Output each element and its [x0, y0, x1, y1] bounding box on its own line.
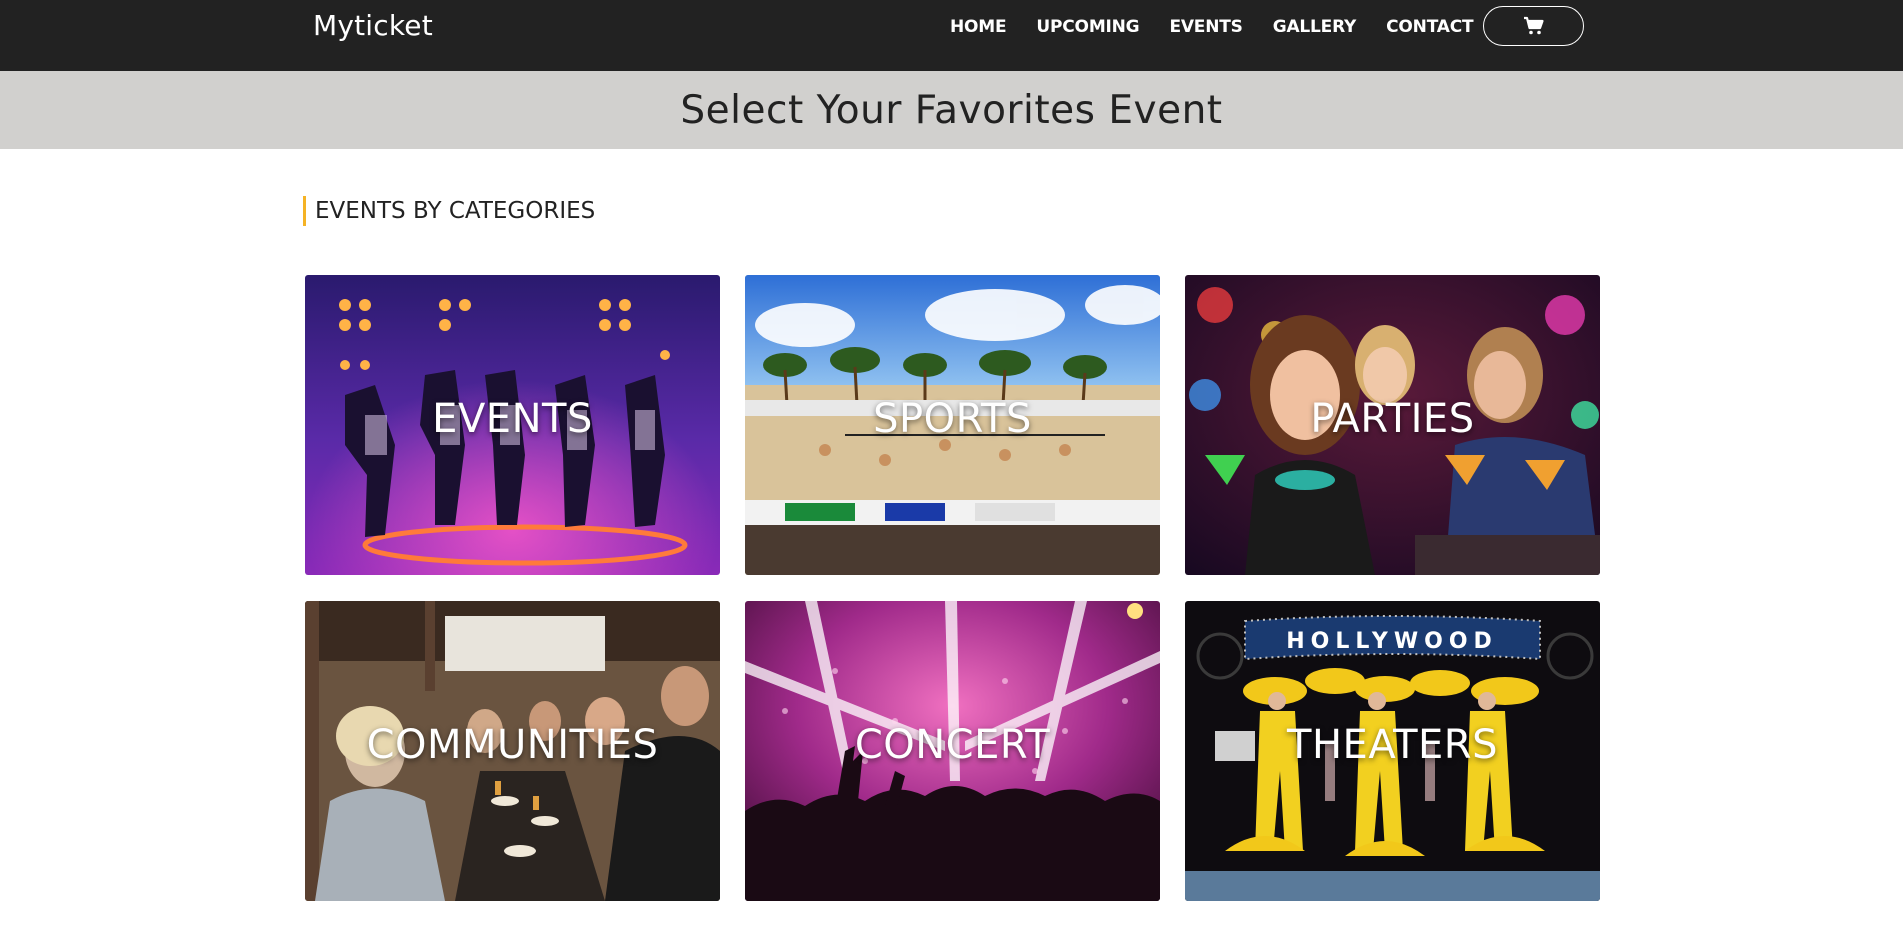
nav-gallery[interactable]: GALLERY	[1273, 17, 1357, 37]
top-navbar: Myticket HOME UPCOMING EVENTS GALLERY CO…	[0, 0, 1903, 71]
category-label: EVENTS	[432, 396, 593, 442]
category-card-parties[interactable]: PARTIES	[1185, 275, 1600, 575]
category-card-events[interactable]: EVENTS	[305, 275, 720, 575]
category-label: CONCERT	[854, 722, 1051, 768]
nav-events[interactable]: EVENTS	[1169, 17, 1242, 37]
hero-title: Select Your Favorites Event	[680, 87, 1223, 133]
category-card-concert[interactable]: CONCERT	[745, 601, 1160, 901]
category-label: THEATERS	[1287, 722, 1498, 768]
category-card-communities[interactable]: COMMUNITIES	[305, 601, 720, 901]
nav-contact[interactable]: CONTACT	[1386, 17, 1473, 37]
main-nav: HOME UPCOMING EVENTS GALLERY CONTACT	[950, 0, 1503, 54]
section-title: EVENTS BY CATEGORIES	[303, 196, 595, 226]
category-label: PARTIES	[1310, 396, 1475, 442]
hero-banner: Select Your Favorites Event	[0, 71, 1903, 149]
brand-logo[interactable]: Myticket	[313, 9, 433, 42]
category-label: COMMUNITIES	[366, 722, 659, 768]
nav-home[interactable]: HOME	[950, 17, 1007, 37]
category-card-sports[interactable]: SPORTS	[745, 275, 1160, 575]
category-card-theaters[interactable]: HOLLYWOOD THEATERS	[1185, 601, 1600, 901]
shopping-cart-icon	[1523, 16, 1544, 35]
nav-upcoming[interactable]: UPCOMING	[1036, 17, 1139, 37]
category-label: SPORTS	[873, 396, 1032, 442]
cart-button[interactable]	[1483, 6, 1584, 46]
